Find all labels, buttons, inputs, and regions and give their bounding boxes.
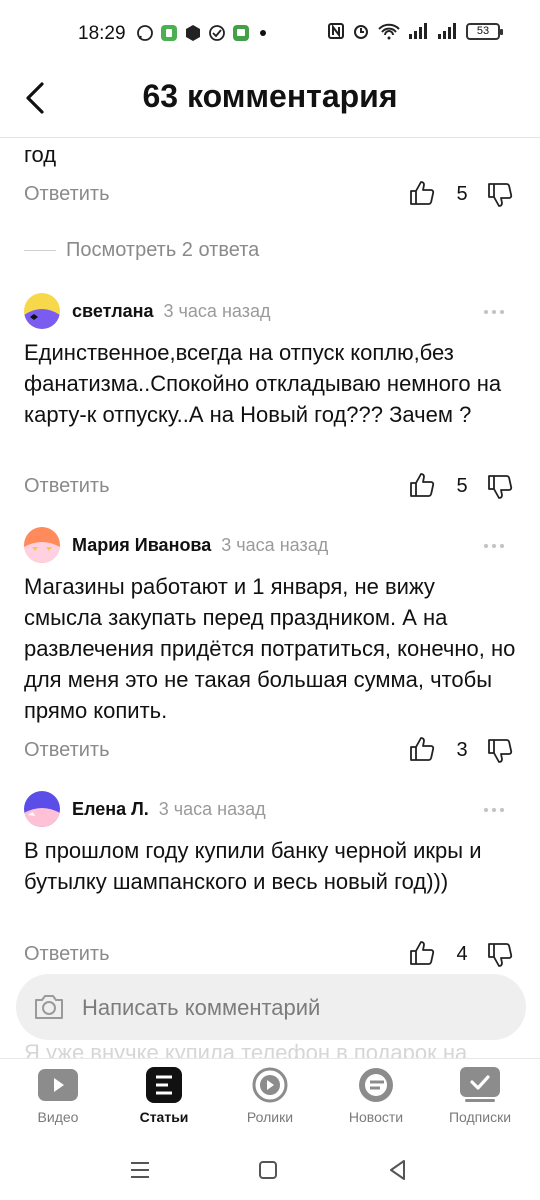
like-count: 3 bbox=[456, 739, 468, 761]
comment-header: Мария Иванова 3 часа назад bbox=[24, 527, 328, 563]
author-name[interactable]: Елена Л. bbox=[72, 799, 149, 820]
comment-actions: Ответить 5 bbox=[0, 469, 540, 509]
video-icon bbox=[38, 1069, 78, 1101]
comment-actions: Ответить 3 bbox=[0, 733, 540, 773]
thumbs-down-icon[interactable] bbox=[486, 737, 514, 765]
nav-label: Видео bbox=[37, 1109, 79, 1125]
comment-header: Елена Л. 3 часа назад bbox=[24, 791, 266, 827]
comment-text: год bbox=[24, 142, 57, 167]
bottom-nav: Видео Статьи Ролики Новости Подписки bbox=[0, 1058, 540, 1140]
comment-input-placeholder[interactable]: Написать комментарий bbox=[82, 995, 320, 1021]
avatar[interactable] bbox=[24, 527, 60, 563]
alarm-icon bbox=[354, 25, 368, 39]
comment-text: В прошлом году купили банку черной икры … bbox=[24, 838, 482, 894]
like-count: 4 bbox=[456, 943, 468, 965]
status-bar: 18:29 53 bbox=[0, 0, 540, 64]
comment-text: Единственное,всегда на отпуск коплю,без … bbox=[24, 340, 502, 427]
notification-icons bbox=[136, 24, 266, 42]
like-count: 5 bbox=[456, 183, 468, 205]
page-title: 63 комментария bbox=[142, 78, 398, 114]
thumbs-up-icon[interactable] bbox=[408, 735, 436, 763]
check-circle-icon bbox=[209, 25, 225, 41]
shorts-icon bbox=[252, 1067, 288, 1103]
comment-header: светлана 3 часа назад bbox=[24, 293, 270, 329]
nav-label: Подписки bbox=[448, 1109, 512, 1125]
thumbs-up-icon[interactable] bbox=[408, 179, 436, 207]
author-name[interactable]: Мария Иванова bbox=[72, 535, 211, 556]
back-icon[interactable] bbox=[384, 1156, 412, 1184]
system-navigation bbox=[0, 1140, 540, 1200]
more-options-icon[interactable] bbox=[484, 805, 510, 815]
battery-icon: 53 bbox=[466, 22, 503, 40]
view-replies-label: Посмотреть 2 ответа bbox=[66, 239, 260, 261]
nav-item-articles[interactable]: Статьи bbox=[114, 1067, 214, 1141]
status-time: 18:29 bbox=[78, 23, 126, 44]
like-count: 5 bbox=[456, 475, 468, 497]
nav-label: Ролики bbox=[246, 1109, 294, 1125]
nav-label: Статьи bbox=[139, 1109, 189, 1125]
view-replies-link[interactable]: Посмотреть 2 ответа bbox=[24, 239, 259, 262]
avatar[interactable] bbox=[24, 791, 60, 827]
more-options-icon[interactable] bbox=[484, 541, 510, 551]
divider bbox=[24, 250, 56, 251]
author-name[interactable]: светлана bbox=[72, 301, 154, 322]
reply-button[interactable]: Ответить bbox=[24, 183, 110, 206]
nav-label: Новости bbox=[348, 1109, 404, 1125]
thumbs-down-icon[interactable] bbox=[486, 941, 514, 969]
comment-composer[interactable]: Написать комментарий bbox=[16, 974, 526, 1040]
comment-actions: Ответить 4 bbox=[0, 937, 540, 969]
signal-icon bbox=[409, 23, 427, 39]
nav-item-shorts[interactable]: Ролики bbox=[220, 1067, 320, 1141]
comments-list[interactable]: год Ответить 5 Посмотреть 2 ответа светл… bbox=[0, 139, 540, 969]
thumbs-down-icon[interactable] bbox=[486, 181, 514, 209]
nav-item-video[interactable]: Видео bbox=[8, 1067, 108, 1141]
cube-icon bbox=[186, 25, 200, 41]
comment-time: 3 часа назад bbox=[163, 300, 271, 321]
articles-icon bbox=[146, 1067, 182, 1103]
home-icon[interactable] bbox=[254, 1156, 282, 1184]
whatsapp-icon bbox=[137, 25, 153, 41]
wifi-icon bbox=[378, 23, 400, 40]
thumbs-up-icon[interactable] bbox=[408, 471, 436, 499]
thumbs-down-icon[interactable] bbox=[486, 473, 514, 501]
comment-time: 3 часа назад bbox=[158, 798, 266, 819]
reply-button[interactable]: Ответить bbox=[24, 475, 110, 498]
message-icon bbox=[233, 25, 249, 41]
camera-icon[interactable] bbox=[32, 991, 66, 1023]
recent-apps-icon[interactable] bbox=[126, 1156, 154, 1184]
system-icons: 53 bbox=[327, 22, 503, 40]
nav-item-subscriptions[interactable]: Подписки bbox=[430, 1067, 530, 1141]
app-icon bbox=[161, 25, 177, 41]
comment-prev: год Ответить 5 Посмотреть 2 ответа bbox=[0, 139, 540, 261]
avatar[interactable] bbox=[24, 293, 60, 329]
nfc-icon bbox=[328, 23, 344, 39]
comment-time: 3 часа назад bbox=[221, 534, 329, 555]
news-icon bbox=[359, 1068, 393, 1102]
more-notifications-dot bbox=[260, 30, 266, 36]
nav-item-news[interactable]: Новости bbox=[326, 1067, 426, 1141]
signal-icon-2 bbox=[438, 23, 456, 39]
thumbs-up-icon[interactable] bbox=[408, 939, 436, 967]
more-options-icon[interactable] bbox=[484, 307, 510, 317]
comment-text: Магазины работают и 1 января, не вижу см… bbox=[24, 574, 516, 723]
header: 63 комментария bbox=[0, 64, 540, 138]
reply-button[interactable]: Ответить bbox=[24, 739, 110, 762]
subscriptions-icon bbox=[460, 1067, 500, 1102]
comment-actions: Ответить 5 bbox=[0, 177, 540, 217]
reply-button[interactable]: Ответить bbox=[24, 943, 110, 966]
